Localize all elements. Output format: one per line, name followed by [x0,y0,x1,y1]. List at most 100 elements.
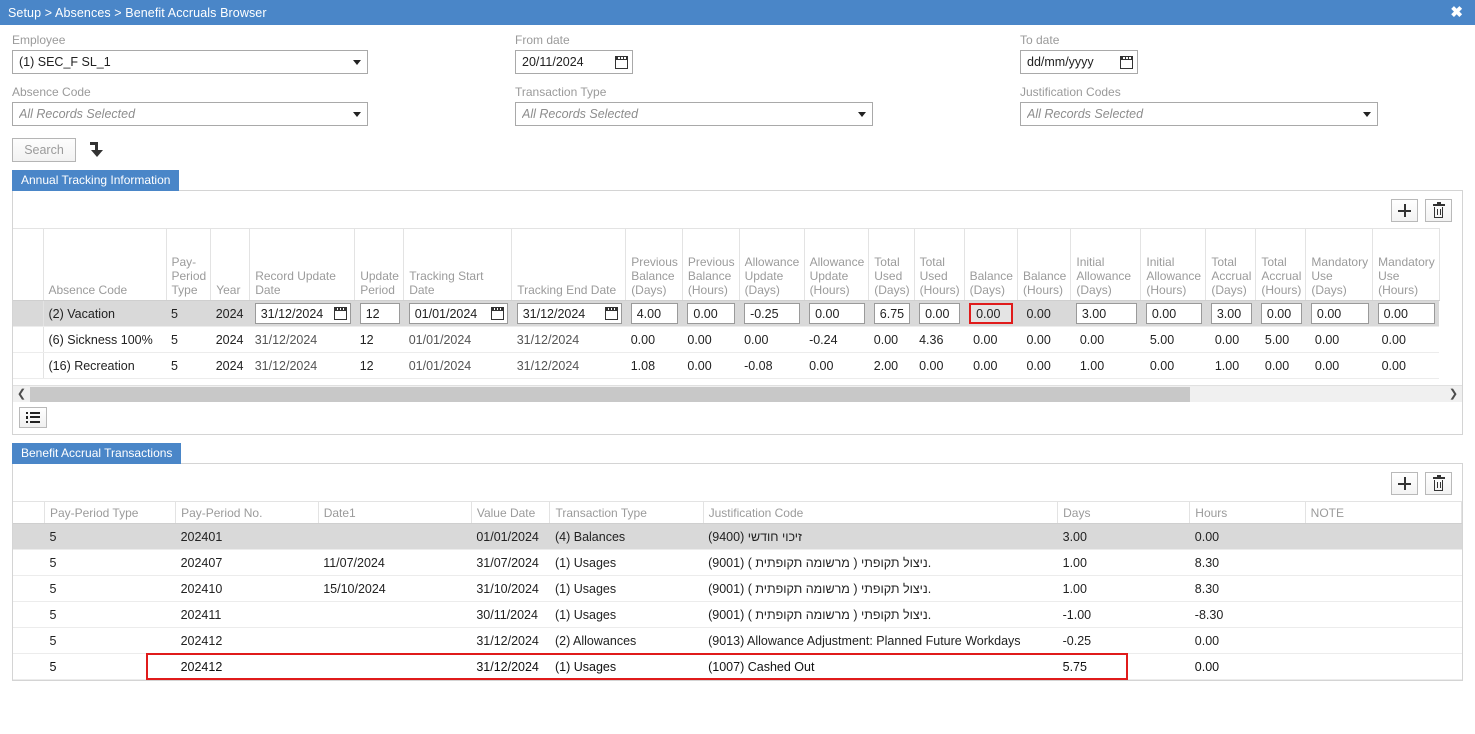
export-download-icon[interactable] [88,141,104,159]
row-selector[interactable] [13,653,45,680]
row-selector[interactable] [13,601,45,628]
cell-allowance-update-days[interactable]: -0.25 [739,300,805,327]
col-balance-days[interactable]: Balance (Days) [964,228,1018,301]
col-value-date[interactable]: Value Date [471,501,551,524]
cell-previous-balance-hours[interactable]: 0.00 [682,300,740,327]
table-row[interactable]: (6) Sickness 100% 5 2024 31/12/2024 12 0… [13,326,1440,353]
col-total-used-days[interactable]: Total Used (Days) [868,228,915,301]
justification-codes-field-group: Justification Codes All Records Selected [1020,85,1420,126]
to-date-input[interactable]: dd/mm/yyyy [1020,50,1138,74]
column-options-button[interactable] [19,407,47,428]
col-previous-balance-days[interactable]: Previous Balance (Days) [625,228,683,301]
from-date-label: From date [515,33,570,47]
col-record-update-date[interactable]: Record Update Date [249,228,356,301]
add-row-button[interactable] [1391,199,1418,222]
table-row[interactable]: (16) Recreation 5 2024 31/12/2024 12 01/… [13,352,1440,379]
col-tracking-end-date[interactable]: Tracking End Date [511,228,627,301]
cell-total-used-days[interactable]: 6.75 [868,300,915,327]
table-row[interactable]: 5 202401 01/01/2024 (4) Balances (9400) … [13,523,1462,550]
row-selector[interactable] [13,523,45,550]
col-days[interactable]: Days [1057,501,1191,524]
cell-balance-days[interactable]: 0.00 [964,300,1018,327]
col-rowselect[interactable] [13,228,44,301]
transaction-type-select[interactable]: All Records Selected [515,102,873,126]
row-selector[interactable] [13,575,45,602]
col-year[interactable]: Year [210,228,251,301]
col-total-used-hours[interactable]: Total Used (Hours) [914,228,965,301]
col-mandatory-use-hours[interactable]: Mandatory Use (Hours) [1372,228,1440,301]
col-allowance-update-days[interactable]: Allowance Update (Days) [739,228,805,301]
col-note[interactable]: NOTE [1305,501,1462,524]
delete-transaction-button[interactable] [1425,472,1452,495]
col-transaction-type[interactable]: Transaction Type [549,501,704,524]
calendar-icon[interactable] [1120,55,1133,69]
cell-total-accrual-days[interactable]: 3.00 [1205,300,1256,327]
scrollbar-thumb[interactable] [30,386,1191,402]
calendar-icon[interactable] [490,307,504,320]
cell-mandatory-use-days[interactable]: 0.00 [1305,300,1373,327]
col-balance-hours[interactable]: Balance (Hours) [1017,228,1072,301]
col-total-accrual-days[interactable]: Total Accrual (Days) [1205,228,1257,301]
table-row[interactable]: 5 202411 30/11/2024 (1) Usages (9001) ( … [13,601,1462,628]
scroll-right-icon[interactable]: ❯ [1445,387,1462,402]
cell-record-update-date[interactable]: 31/12/2024 [249,300,355,327]
table-row[interactable]: 5 202410 15/10/2024 31/10/2024 (1) Usage… [13,575,1462,602]
horizontal-scrollbar[interactable]: ❮ ❯ [13,385,1462,402]
calendar-icon[interactable] [604,307,618,320]
scroll-left-icon[interactable]: ❮ [13,387,30,402]
row-selector[interactable] [13,627,45,654]
col-date1[interactable]: Date1 [318,501,472,524]
section-tab-benefit-accrual-transactions[interactable]: Benefit Accrual Transactions [12,443,182,464]
table-row[interactable]: 5 202412 31/12/2024 (2) Allowances (9013… [13,627,1462,654]
section-tab-annual-tracking[interactable]: Annual Tracking Information [12,170,180,191]
col-justification-code[interactable]: Justification Code [703,501,1059,524]
row-selector[interactable] [13,352,44,379]
col-initial-allowance-hours[interactable]: Initial Allowance (Hours) [1140,228,1207,301]
col-absence-code[interactable]: Absence Code [43,228,167,301]
table-row-highlighted[interactable]: 5 202412 31/12/2024 (1) Usages (1007) Ca… [13,653,1462,680]
from-date-input[interactable]: 20/11/2024 [515,50,633,74]
benefit-accrual-transactions-panel: Pay-Period Type Pay-Period No. Date1 Val… [12,463,1463,681]
justification-codes-select[interactable]: All Records Selected [1020,102,1378,126]
col-rowselect[interactable] [13,501,45,524]
cell-initial-allowance-hours[interactable]: 0.00 [1140,300,1206,327]
scrollbar-track[interactable] [30,386,1445,402]
cell-tracking-start-date[interactable]: 01/01/2024 [403,300,512,327]
cell-allowance-update-hours[interactable]: 0.00 [804,300,869,327]
col-hours[interactable]: Hours [1189,501,1306,524]
highlighted-balance-days-cell[interactable]: 0.00 [969,303,1014,324]
cell-update-period[interactable]: 12 [354,300,404,327]
col-tracking-start-date[interactable]: Tracking Start Date [403,228,513,301]
search-button[interactable]: Search [12,138,76,162]
cell-total-used-hours[interactable]: 0.00 [914,300,965,327]
col-mandatory-use-days[interactable]: Mandatory Use (Days) [1305,228,1374,301]
employee-select[interactable]: (1) SEC_F SL_1 [12,50,368,74]
col-allowance-update-hours[interactable]: Allowance Update (Hours) [804,228,870,301]
table-row[interactable]: (2) Vacation 5 2024 31/12/2024 12 01/01/… [13,300,1440,327]
col-total-accrual-hours[interactable]: Total Accrual (Hours) [1255,228,1307,301]
cell-total-accrual-hours[interactable]: 0.00 [1255,300,1306,327]
col-pay-period-type[interactable]: Pay-Period Type [44,501,177,524]
add-transaction-button[interactable] [1391,472,1418,495]
calendar-icon[interactable] [615,55,628,69]
row-selector[interactable] [13,300,44,327]
col-pay-period-no[interactable]: Pay-Period No. [175,501,319,524]
cell-mandatory-use-hours[interactable]: 0.00 [1372,300,1440,327]
col-pay-period-type[interactable]: Pay-Period Type [166,228,212,301]
delete-row-button[interactable] [1425,199,1452,222]
cell-previous-balance-days[interactable]: 4.00 [625,300,683,327]
cell-justification-code: (9001) ( מרשומה תקופתית ) ניצול תקופתי. [703,549,1058,576]
absence-code-select[interactable]: All Records Selected [12,102,368,126]
row-selector[interactable] [13,326,44,353]
table-row[interactable]: 5 202407 11/07/2024 31/07/2024 (1) Usage… [13,549,1462,576]
value: -0.25 [750,306,779,321]
close-icon[interactable]: ✖ [1448,5,1465,20]
cell-tracking-end-date[interactable]: 31/12/2024 [511,300,626,327]
cell-initial-allowance-days[interactable]: 3.00 [1070,300,1141,327]
row-selector[interactable] [13,549,45,576]
col-previous-balance-hours[interactable]: Previous Balance (Hours) [682,228,740,301]
table-header-row: Absence Code Pay-Period Type Year Record… [13,228,1440,301]
calendar-icon[interactable] [333,307,347,320]
col-update-period[interactable]: Update Period [354,228,405,301]
col-initial-allowance-days[interactable]: Initial Allowance (Days) [1070,228,1142,301]
